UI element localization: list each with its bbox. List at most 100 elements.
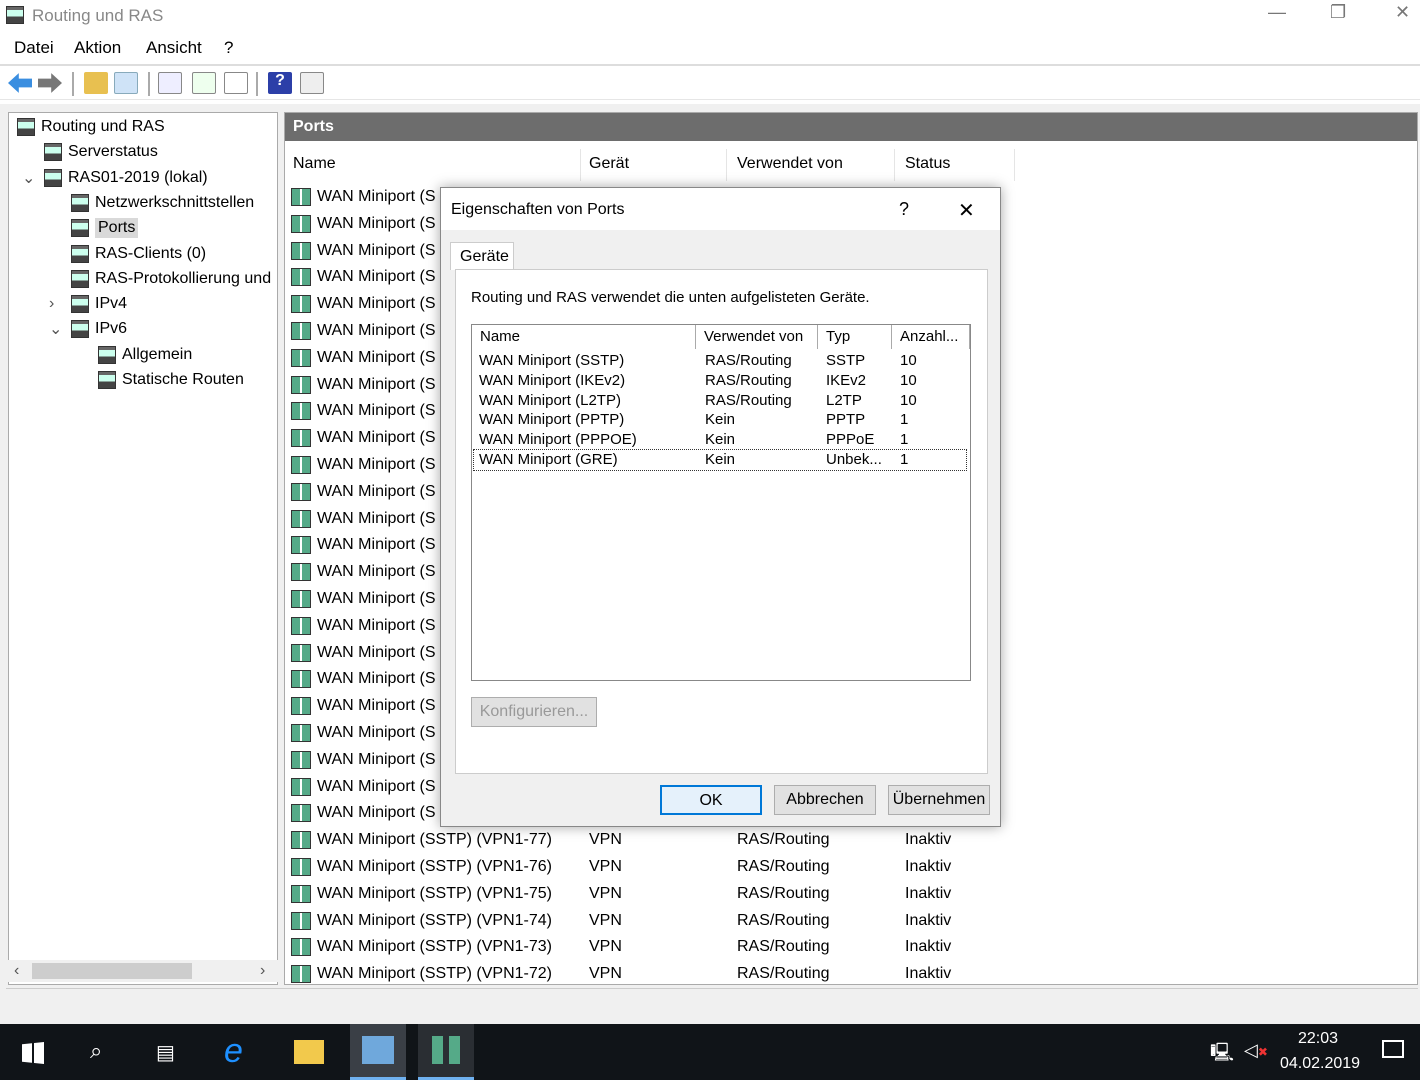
tree-item-label: Statische Routen bbox=[122, 371, 244, 388]
action-pane-icon[interactable] bbox=[300, 72, 324, 94]
show-hide-tree-icon[interactable] bbox=[114, 72, 138, 94]
menu-aktion[interactable]: Aktion bbox=[74, 38, 121, 58]
tree-item[interactable]: Netzwerkschnittstellen bbox=[71, 191, 254, 215]
minimize-button[interactable]: — bbox=[1268, 2, 1286, 23]
app-icon bbox=[6, 6, 26, 26]
dcol-type[interactable]: Typ bbox=[818, 325, 892, 349]
menu-help[interactable]: ? bbox=[224, 38, 233, 58]
tree-item[interactable]: Statische Routen bbox=[98, 368, 244, 392]
col-name[interactable]: Name bbox=[285, 149, 581, 181]
menu-ansicht[interactable]: Ansicht bbox=[146, 38, 202, 58]
properties-icon[interactable] bbox=[158, 72, 182, 94]
port-used-by: RAS/Routing bbox=[737, 911, 830, 929]
network-icon[interactable]: 🖳 bbox=[1210, 1040, 1234, 1070]
start-icon[interactable] bbox=[22, 1042, 44, 1064]
tree-item-label: IPv6 bbox=[95, 320, 128, 338]
tab-geraete[interactable]: Geräte bbox=[450, 242, 514, 270]
scroll-thumb[interactable] bbox=[32, 963, 192, 979]
tree-item[interactable]: › IPv4 bbox=[49, 292, 128, 316]
tree-item-label: RAS-Clients (0) bbox=[95, 244, 207, 262]
forward-icon[interactable] bbox=[38, 73, 62, 93]
clock-date[interactable]: 04.02.2019 bbox=[1280, 1055, 1360, 1073]
ie-icon[interactable]: e bbox=[224, 1032, 243, 1071]
port-name: WAN Miniport (S bbox=[317, 214, 436, 232]
port-icon bbox=[291, 858, 315, 878]
col-device[interactable]: Gerät bbox=[581, 149, 727, 181]
port-name: WAN Miniport (S bbox=[317, 777, 436, 795]
tree-scrollbar[interactable]: ‹ › bbox=[8, 960, 278, 982]
back-icon[interactable] bbox=[8, 73, 32, 93]
device-used-by: Kein bbox=[705, 431, 736, 449]
dcol-count[interactable]: Anzahl... bbox=[892, 325, 970, 349]
device-row[interactable]: WAN Miniport (PPPOE) Kein PPPoE 1 bbox=[474, 430, 966, 450]
task-view-icon[interactable]: ▤ bbox=[156, 1040, 175, 1065]
server-manager-taskbar-button[interactable] bbox=[350, 1024, 406, 1080]
tree-item[interactable]: Ports bbox=[71, 216, 139, 240]
port-icon bbox=[291, 402, 315, 422]
device-row[interactable]: WAN Miniport (PPTP) Kein PPTP 1 bbox=[474, 410, 966, 430]
port-status: Inaktiv bbox=[905, 938, 952, 956]
port-icon bbox=[291, 831, 315, 851]
routing-ras-taskbar-button[interactable] bbox=[418, 1024, 474, 1080]
menu-bar: Datei Aktion Ansicht ? bbox=[0, 33, 1420, 63]
expander-icon[interactable]: › bbox=[49, 295, 54, 313]
port-icon bbox=[291, 322, 315, 342]
dcol-name[interactable]: Name bbox=[472, 325, 696, 349]
device-name: WAN Miniport (L2TP) bbox=[479, 391, 621, 409]
search-icon[interactable]: ⌕ bbox=[90, 1038, 102, 1064]
tree-item-label: IPv4 bbox=[95, 295, 128, 313]
port-name: WAN Miniport (S bbox=[317, 616, 436, 634]
device-row[interactable]: WAN Miniport (SSTP) RAS/Routing SSTP 10 bbox=[474, 351, 966, 371]
tree-item[interactable]: Allgemein bbox=[98, 343, 192, 367]
device-row[interactable]: WAN Miniport (L2TP) RAS/Routing L2TP 10 bbox=[474, 391, 966, 411]
tree-item[interactable]: RAS-Protokollierung und bbox=[71, 267, 271, 291]
port-name: WAN Miniport (SSTP) (VPN1-77) bbox=[317, 831, 552, 849]
port-device: VPN bbox=[589, 911, 622, 929]
port-icon bbox=[291, 616, 315, 637]
configure-button[interactable]: Konfigurieren... bbox=[471, 697, 597, 727]
col-used-by[interactable]: Verwendet von bbox=[729, 149, 895, 181]
clock-time[interactable]: 22:03 bbox=[1298, 1030, 1338, 1048]
device-row[interactable]: WAN Miniport (GRE) Kein Unbek... 1 bbox=[473, 449, 967, 471]
menu-datei[interactable]: Datei bbox=[14, 38, 54, 58]
port-icon bbox=[291, 563, 315, 583]
refresh-icon[interactable] bbox=[192, 72, 216, 94]
up-folder-icon[interactable] bbox=[84, 72, 108, 94]
dialog-close-button[interactable]: ✕ bbox=[958, 198, 975, 223]
tree-item[interactable]: ⌄ RAS01-2019 (lokal) bbox=[22, 166, 208, 190]
col-status[interactable]: Status bbox=[897, 149, 1015, 181]
apply-button[interactable]: Übernehmen bbox=[888, 785, 990, 815]
device-name: WAN Miniport (GRE) bbox=[479, 451, 618, 468]
port-name: WAN Miniport (S bbox=[317, 322, 436, 339]
port-name: WAN Miniport (S bbox=[317, 375, 436, 393]
help-icon[interactable]: ? bbox=[268, 72, 292, 94]
devices-list[interactable]: Name Verwendet von Typ Anzahl... WAN Min… bbox=[471, 324, 971, 681]
dcol-used-by[interactable]: Verwendet von bbox=[696, 325, 818, 349]
port-icon bbox=[291, 911, 315, 932]
restore-button[interactable]: ❐ bbox=[1330, 2, 1346, 23]
explorer-icon[interactable] bbox=[294, 1040, 324, 1064]
device-row[interactable]: WAN Miniport (IKEv2) RAS/Routing IKEv2 10 bbox=[474, 371, 966, 391]
tree-item[interactable]: Routing und RAS bbox=[17, 115, 165, 139]
close-button[interactable]: ✕ bbox=[1395, 2, 1410, 23]
title-bar: Routing und RAS — ❐ ✕ bbox=[0, 0, 1420, 32]
port-name: WAN Miniport (S bbox=[317, 456, 436, 473]
tree-item[interactable]: RAS-Clients (0) bbox=[71, 242, 206, 266]
ok-button[interactable]: OK bbox=[660, 785, 762, 815]
device-type: PPTP bbox=[826, 411, 866, 429]
volume-muted-icon[interactable]: ◁✖ bbox=[1244, 1040, 1268, 1061]
port-name: WAN Miniport (S bbox=[317, 563, 436, 581]
export-icon[interactable] bbox=[224, 72, 248, 94]
expander-icon[interactable]: ⌄ bbox=[22, 168, 35, 188]
tree-item[interactable]: ⌄ IPv6 bbox=[49, 317, 128, 341]
cancel-button[interactable]: Abbrechen bbox=[774, 785, 876, 815]
dialog-help-button[interactable]: ? bbox=[899, 199, 909, 220]
notifications-icon[interactable] bbox=[1382, 1040, 1404, 1058]
port-name: WAN Miniport (S bbox=[317, 241, 436, 259]
expander-icon[interactable]: ⌄ bbox=[49, 319, 62, 339]
tree-item[interactable]: Serverstatus bbox=[44, 140, 158, 164]
port-name: WAN Miniport (S bbox=[317, 536, 436, 554]
port-name: WAN Miniport (SSTP) (VPN1-76) bbox=[317, 858, 552, 875]
window-title: Routing und RAS bbox=[32, 6, 164, 25]
port-status: Inaktiv bbox=[905, 911, 952, 929]
